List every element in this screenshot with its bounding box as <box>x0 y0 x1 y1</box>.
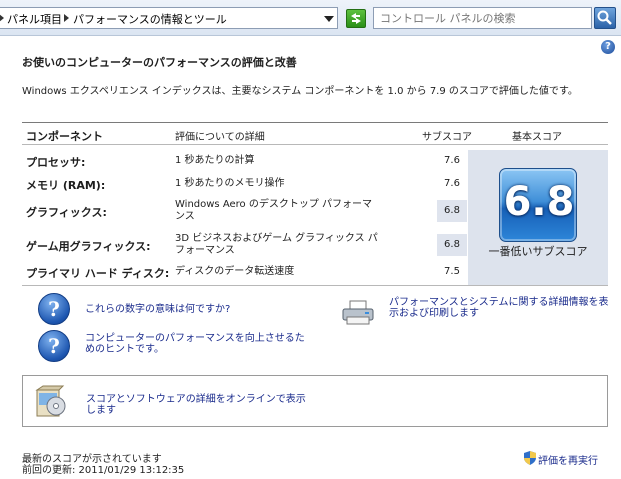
breadcrumb-control-panel-items[interactable]: パネル項目 <box>7 11 62 27</box>
column-header-base-score: 基本スコア <box>512 132 562 143</box>
question-icon[interactable]: ? <box>38 293 70 325</box>
last-updated-text: 前回の更新: 2011/01/29 13:12:35 <box>22 465 185 476</box>
row-label-graphics: グラフィックス: <box>26 206 107 219</box>
search-icon <box>597 10 612 25</box>
online-details-panel: スコアとソフトウェアの詳細をオンラインで表示します <box>22 375 608 427</box>
row-score-gaming-graphics: 6.8 <box>437 234 467 256</box>
base-score-caption: 一番低いサブスコア <box>488 245 588 258</box>
refresh-icon <box>351 13 361 24</box>
row-detail-processor: 1 秒あたりの計算 <box>175 155 255 166</box>
search-field[interactable] <box>373 7 592 29</box>
address-bar[interactable]: パネル項目 パフォーマンスの情報とツール <box>0 7 338 29</box>
row-detail-gaming-graphics: 3D ビジネスおよびゲーム グラフィックス パフォーマンス <box>175 233 378 256</box>
search-input[interactable] <box>374 8 591 28</box>
row-score-processor: 7.6 <box>444 155 460 166</box>
table-divider <box>22 122 608 123</box>
breadcrumb-separator[interactable] <box>0 14 4 22</box>
base-score-value: 6.8 <box>503 179 575 225</box>
search-button[interactable] <box>594 7 616 29</box>
address-history-dropdown-icon[interactable] <box>324 16 334 22</box>
base-score-badge: 6.8 <box>499 168 577 242</box>
page-description: Windows エクスペリエンス インデックスは、主要なシステム コンポーネント… <box>22 86 578 97</box>
uac-shield-icon[interactable] <box>524 451 536 465</box>
refresh-button[interactable] <box>346 9 366 28</box>
software-box-icon[interactable] <box>33 384 69 420</box>
row-score-hard-disk: 7.5 <box>444 266 460 277</box>
row-score-graphics: 6.8 <box>437 200 467 222</box>
breadcrumb-performance-info[interactable]: パフォーマンスの情報とツール <box>73 11 227 27</box>
link-improve-performance-tips[interactable]: コンピューターのパフォーマンスを向上させるためのヒントです。 <box>85 333 305 355</box>
table-divider <box>22 285 608 286</box>
link-what-do-numbers-mean[interactable]: これらの数字の意味は何ですか? <box>85 304 230 315</box>
help-icon[interactable]: ? <box>601 40 615 54</box>
row-score-memory: 7.6 <box>444 178 460 189</box>
breadcrumb-separator[interactable] <box>64 14 69 22</box>
row-label-processor: プロセッサ: <box>26 156 86 169</box>
score-table: コンポーネント 評価についての詳細 サブスコア 基本スコア プロセッサ: 1 秒… <box>22 122 608 286</box>
row-detail-graphics: Windows Aero のデスクトップ パフォーマンス <box>175 199 373 222</box>
link-view-scores-online[interactable]: スコアとソフトウェアの詳細をオンラインで表示します <box>86 394 306 416</box>
address-toolbar: パネル項目 パフォーマンスの情報とツール <box>0 0 621 36</box>
base-score-panel: 6.8 一番低いサブスコア <box>468 150 608 286</box>
rerun-assessment-link[interactable]: 評価を再実行 <box>538 452 598 467</box>
printer-icon[interactable] <box>341 300 377 326</box>
question-icon[interactable]: ? <box>38 330 70 362</box>
column-header-subscore: サブスコア <box>422 132 472 143</box>
column-header-details: 評価についての詳細 <box>175 132 265 143</box>
link-view-print-details[interactable]: パフォーマンスとシステムに関する詳細情報を表示および印刷します <box>389 297 611 319</box>
row-label-gaming-graphics: ゲーム用グラフィックス: <box>26 240 151 253</box>
row-detail-memory: 1 秒あたりのメモリ操作 <box>175 178 285 189</box>
column-header-component: コンポーネント <box>26 130 103 143</box>
page-title: お使いのコンピューターのパフォーマンスの評価と改善 <box>22 56 297 69</box>
row-label-hard-disk: プライマリ ハード ディスク: <box>26 267 170 280</box>
row-label-memory: メモリ (RAM): <box>26 179 106 192</box>
row-detail-hard-disk: ディスクのデータ転送速度 <box>175 266 295 277</box>
table-divider <box>22 144 608 145</box>
